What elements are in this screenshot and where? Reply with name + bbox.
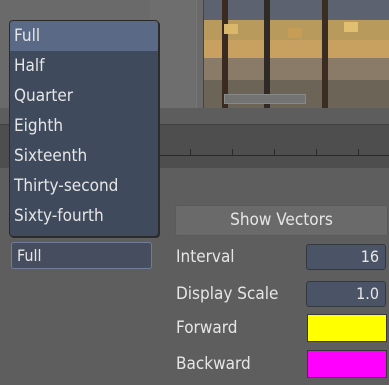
menu-item-sixty-fourth[interactable]: Sixty-fourth (10, 201, 158, 231)
thumbnail-detail (224, 24, 238, 34)
timeline-ruler (150, 155, 389, 156)
timeline-tick (232, 149, 233, 156)
forward-label: Forward (176, 318, 238, 338)
forward-color-swatch[interactable] (307, 314, 387, 342)
display-scale-label: Display Scale (176, 284, 279, 304)
thumbnail-detail (288, 28, 302, 38)
backward-label: Backward (176, 354, 251, 374)
menu-item-thirty-second[interactable]: Thirty-second (10, 171, 158, 201)
menu-item-sixteenth[interactable]: Sixteenth (10, 141, 158, 171)
resolution-selector[interactable]: Full (11, 242, 152, 269)
menu-item-quarter[interactable]: Quarter (10, 81, 158, 111)
clip-thumbnail[interactable] (203, 0, 389, 108)
backward-color-swatch[interactable] (307, 350, 387, 378)
thumbnail-detail (344, 22, 358, 32)
display-scale-field[interactable]: 1.0 (306, 281, 386, 307)
menu-item-half[interactable]: Half (10, 51, 158, 81)
menu-item-eighth[interactable]: Eighth (10, 111, 158, 141)
show-vectors-button[interactable]: Show Vectors (175, 205, 388, 236)
timeline-tick (190, 149, 191, 156)
interval-label: Interval (176, 247, 235, 267)
timeline-tick (358, 149, 359, 156)
menu-item-full[interactable]: Full (10, 21, 158, 51)
timeline-tick (274, 149, 275, 156)
resolution-dropdown-menu: Full Half Quarter Eighth Sixteenth Thirt… (9, 20, 159, 237)
timeline-tick (316, 149, 317, 156)
interval-field[interactable]: 16 (306, 244, 386, 270)
thumbnail-label-bar (224, 94, 306, 104)
